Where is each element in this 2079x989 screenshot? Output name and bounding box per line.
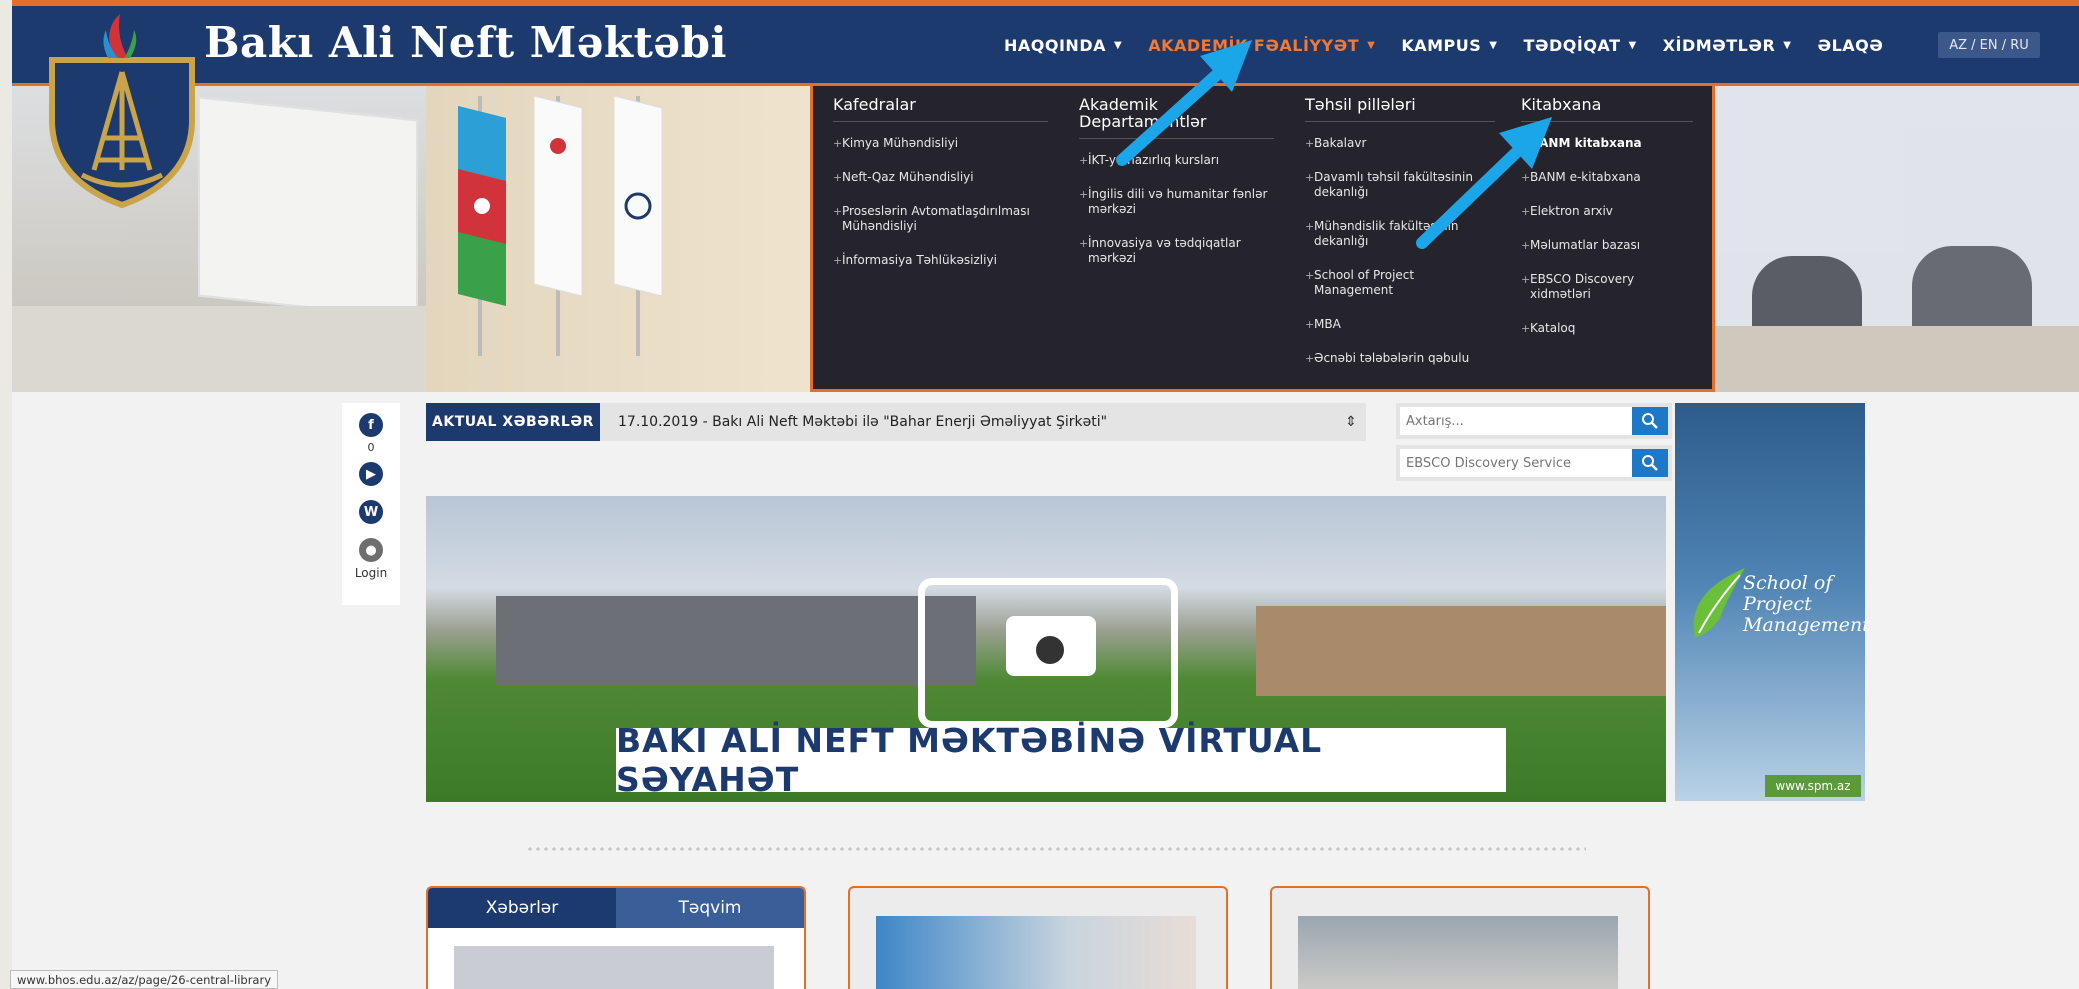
menu-link[interactable]: EBSCO Discovery xidmətləri (1521, 272, 1693, 302)
annotation-arrow-icon (1416, 117, 1552, 249)
search-icon (1642, 455, 1658, 471)
lab-photo[interactable] (876, 916, 1196, 989)
spm-advertisement[interactable]: School of Project Management www.spm.az (1675, 403, 1870, 801)
menu-column-kafedralar: Kafedralar Kimya Mühəndisliyi Neft-Qaz M… (833, 96, 1048, 287)
menu-link[interactable]: Neft-Qaz Mühəndisliyi (833, 170, 1048, 185)
menu-link[interactable]: MBA (1305, 317, 1495, 332)
nav-label: HAQQINDA (1004, 36, 1106, 55)
news-calendar-card: Xəbərlər Təqvim (426, 886, 806, 989)
ad-title: School of Project Management (1743, 573, 1870, 636)
site-header: Bakı Ali Neft Məktəbi HAQQINDA ▼ AKADEMİK… (12, 6, 2079, 86)
campus-building (1256, 606, 1666, 696)
school-flag (613, 96, 663, 297)
browser-status-bar: www.bhos.edu.az/az/page/26-central-libra… (10, 970, 279, 989)
menu-link[interactable]: Proseslərin Avtomatlaşdırılması Mühəndis… (833, 204, 1048, 234)
facebook-icon[interactable]: f (359, 413, 383, 437)
chevron-down-icon: ▼ (1367, 40, 1376, 51)
exhibit-board (198, 96, 418, 320)
news-photo[interactable] (454, 946, 774, 989)
site-title[interactable]: Bakı Ali Neft Məktəbi (204, 18, 727, 67)
news-tabs: Xəbərlər Təqvim (428, 888, 804, 928)
camera-lens-icon (1030, 630, 1070, 670)
nav-item-xidmetler[interactable]: XİDMƏTLƏR ▼ (1663, 36, 1792, 55)
language-switch[interactable]: AZ / EN / RU (1938, 32, 2040, 58)
ticker-label: AKTUAL XƏBƏRLƏR (426, 403, 600, 441)
nav-label: TƏDQİQAT (1523, 36, 1621, 55)
banner-photo-flags (426, 86, 811, 392)
nav-label: KAMPUS (1401, 36, 1482, 55)
banner-photo-conference (1712, 86, 2079, 392)
search-input[interactable] (1400, 407, 1632, 435)
search-icon (1642, 413, 1658, 429)
youtube-icon[interactable]: ▶ (359, 462, 383, 486)
ad-title-line: Management (1743, 614, 1870, 636)
school-logo[interactable] (42, 10, 202, 210)
tab-teqvim[interactable]: Təqvim (616, 888, 804, 928)
feature-card-lab (848, 886, 1228, 989)
nav-label: XİDMƏTLƏR (1662, 36, 1776, 55)
virtual-tour-caption: BAKI ALİ NEFT MƏKTƏBİNƏ VİRTUAL SƏYAHƏT (616, 721, 1506, 799)
chevron-down-icon: ▼ (1628, 40, 1637, 51)
banner-ground (12, 306, 426, 392)
students-photo[interactable] (1298, 916, 1618, 989)
menu-link[interactable]: İnformasiya Təhlükəsizliyi (833, 253, 1048, 268)
menu-link[interactable]: İnnovasiya və tədqiqatlar mərkəzi (1079, 236, 1274, 266)
conference-table (1712, 326, 2079, 392)
ebsco-search-input[interactable] (1400, 449, 1632, 477)
ad-title-line: School of (1743, 572, 1833, 594)
tab-xeberler[interactable]: Xəbərlər (428, 888, 616, 928)
nav-item-haqqinda[interactable]: HAQQINDA ▼ (1004, 36, 1122, 55)
chevron-down-icon: ▼ (1783, 40, 1792, 51)
menu-link[interactable]: School of Project Management (1305, 268, 1495, 298)
login-link[interactable]: Login (355, 566, 387, 580)
ticker-headline[interactable]: 17.10.2019 - Bakı Ali Neft Məktəbi ilə "… (618, 414, 1336, 430)
virtual-tour-text: BAKI ALİ NEFT MƏKTƏBİNƏ VİRTUAL SƏYAHƏT (616, 721, 1323, 799)
azerbaijan-flag (458, 106, 506, 306)
ebsco-search (1396, 445, 1672, 481)
ad-url: www.spm.az (1765, 775, 1861, 797)
nav-item-kampus[interactable]: KAMPUS ▼ (1401, 36, 1497, 55)
chevron-down-icon: ▼ (1489, 40, 1498, 51)
nav-item-tedqiqat[interactable]: TƏDQİQAT ▼ (1523, 36, 1636, 55)
dotted-divider (526, 847, 1586, 851)
nav-label: ƏLAQƏ (1817, 36, 1884, 55)
menu-link[interactable]: Kataloq (1521, 321, 1693, 336)
social-sidebar: f 0 ▶ W ● Login (342, 403, 400, 605)
nav-item-elaqe[interactable]: ƏLAQƏ (1817, 36, 1883, 55)
stadium-stand (496, 596, 976, 686)
user-icon[interactable]: ● (359, 538, 383, 562)
menu-link[interactable]: Əcnəbi tələbələrin qəbulu (1305, 351, 1495, 366)
menu-heading: Kafedralar (833, 96, 1048, 122)
feature-card-students (1270, 886, 1650, 989)
news-ticker: AKTUAL XƏBƏRLƏR 17.10.2019 - Bakı Ali Ne… (426, 403, 1366, 441)
virtual-tour-banner[interactable]: BAKI ALİ NEFT MƏKTƏBİNƏ VİRTUAL SƏYAHƏT (426, 496, 1666, 802)
page: Bakı Ali Neft Məktəbi HAQQINDA ▼ AKADEMİK… (12, 0, 2079, 989)
socar-flag (533, 96, 583, 297)
facebook-count: 0 (367, 441, 375, 454)
wikipedia-icon[interactable]: W (359, 500, 383, 524)
search-button[interactable] (1632, 407, 1668, 435)
ad-title-line: Project (1743, 593, 1812, 615)
site-search (1396, 403, 1672, 439)
menu-link[interactable]: İngilis dili və humanitar fənlər mərkəzi (1079, 187, 1274, 217)
ebsco-search-button[interactable] (1632, 449, 1668, 477)
annotation-arrow-icon (1116, 40, 1252, 166)
menu-link[interactable]: Kimya Mühəndisliyi (833, 136, 1048, 151)
ticker-scroll-icon[interactable]: ⇕ (1336, 414, 1366, 430)
